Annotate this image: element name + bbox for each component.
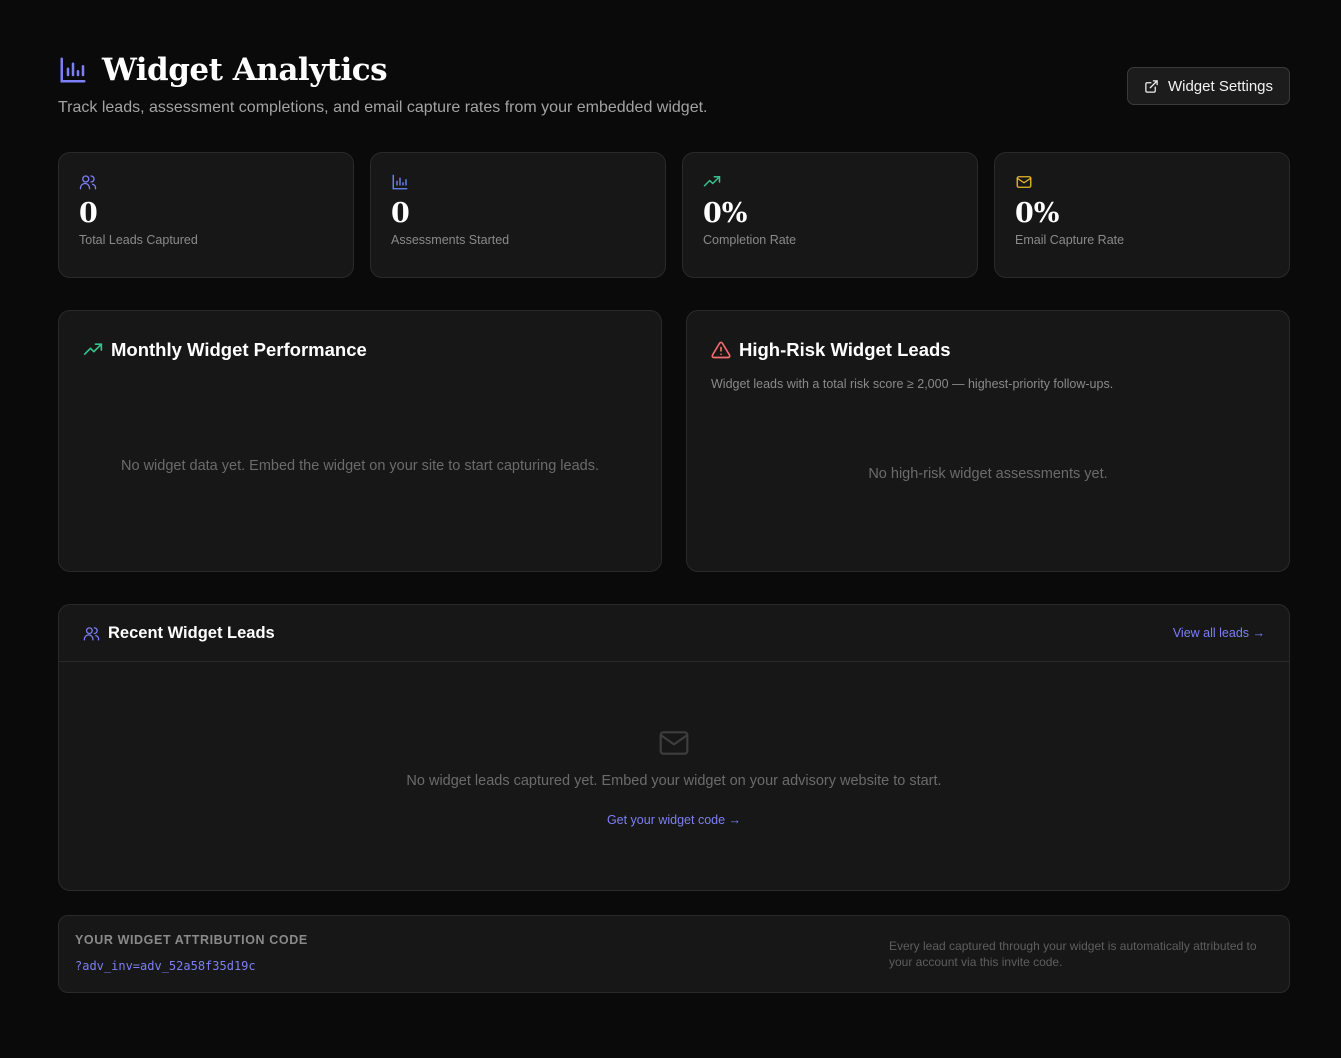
external-link-icon [1145,79,1158,93]
page-subtitle: Track leads, assessment completions, and… [58,99,708,116]
mail-icon [659,731,689,755]
users-icon [79,175,97,190]
recent-title-wrap: Recent Widget Leads [83,624,275,643]
panel-description: Widget leads with a total risk score ≥ 2… [711,377,1114,391]
panels-row: Monthly Widget Performance No widget dat… [58,310,1290,572]
get-code-wrap: Get your widget code → [59,811,1289,829]
bar-chart-icon [60,57,86,83]
stats-row: 0 Total Leads Captured 0 Assessments Sta… [58,152,1290,278]
users-icon [83,626,100,641]
get-widget-code-link[interactable]: Get your widget code → [607,813,741,827]
high-risk-empty-state: No high-risk widget assessments yet. [868,466,1108,482]
attribution-card: YOUR WIDGET ATTRIBUTION CODE ?adv_inv=ad… [58,915,1290,993]
attribution-code[interactable]: ?adv_inv=adv_52a58f35d19c [75,959,256,973]
mail-icon [1016,176,1032,188]
trending-up-icon [703,176,721,187]
attribution-label: YOUR WIDGET ATTRIBUTION CODE [75,933,308,947]
panel-title: Monthly Widget Performance [111,339,367,360]
bar-chart-icon [392,174,408,190]
panel-header: Monthly Widget Performance [83,339,637,361]
recent-leads-title: Recent Widget Leads [108,623,275,642]
stat-value: 0% [1015,198,1060,229]
recent-leads-empty-text: No widget leads captured yet. Embed your… [406,773,942,789]
stat-value: 0 [79,198,98,229]
stat-card-assessments-started: 0 Assessments Started [370,152,666,278]
title-row: Widget Analytics [58,52,388,88]
widget-analytics-page: Widget Analytics Track leads, assessment… [58,0,1290,993]
stat-card-completion-rate: 0% Completion Rate [682,152,978,278]
widget-settings-label: Widget Settings [1167,77,1274,95]
stat-label: Completion Rate [703,233,797,247]
recent-leads-header: Recent Widget Leads View all leads → [59,605,1289,662]
attribution-note: Every lead captured through your widget … [889,939,1257,969]
panel-header: High-Risk Widget Leads [711,339,1265,361]
stat-value: 0 [391,198,410,229]
view-all-leads-link[interactable]: View all leads → [1173,626,1265,640]
stat-label: Email Capture Rate [1015,233,1125,247]
performance-empty-state: No widget data yet. Embed the widget on … [121,458,599,474]
widget-settings-button[interactable]: Widget Settings [1127,67,1290,105]
stat-value: 0% [703,198,748,229]
stat-card-total-leads: 0 Total Leads Captured [58,152,354,278]
page-header: Widget Analytics Track leads, assessment… [58,0,1290,152]
stat-label: Assessments Started [391,233,510,247]
warning-triangle-icon [711,341,731,359]
trending-up-icon [83,343,103,355]
recent-leads-card: Recent Widget Leads View all leads → No … [58,604,1290,891]
monthly-performance-panel: Monthly Widget Performance No widget dat… [58,310,662,572]
recent-leads-empty: No widget leads captured yet. Embed your… [59,663,1289,890]
stat-card-email-capture-rate: 0% Email Capture Rate [994,152,1290,278]
high-risk-leads-panel: High-Risk Widget Leads Widget leads with… [686,310,1290,572]
stat-label: Total Leads Captured [79,233,198,247]
panel-title: High-Risk Widget Leads [739,339,951,360]
page-title: Widget Analytics [102,52,388,88]
